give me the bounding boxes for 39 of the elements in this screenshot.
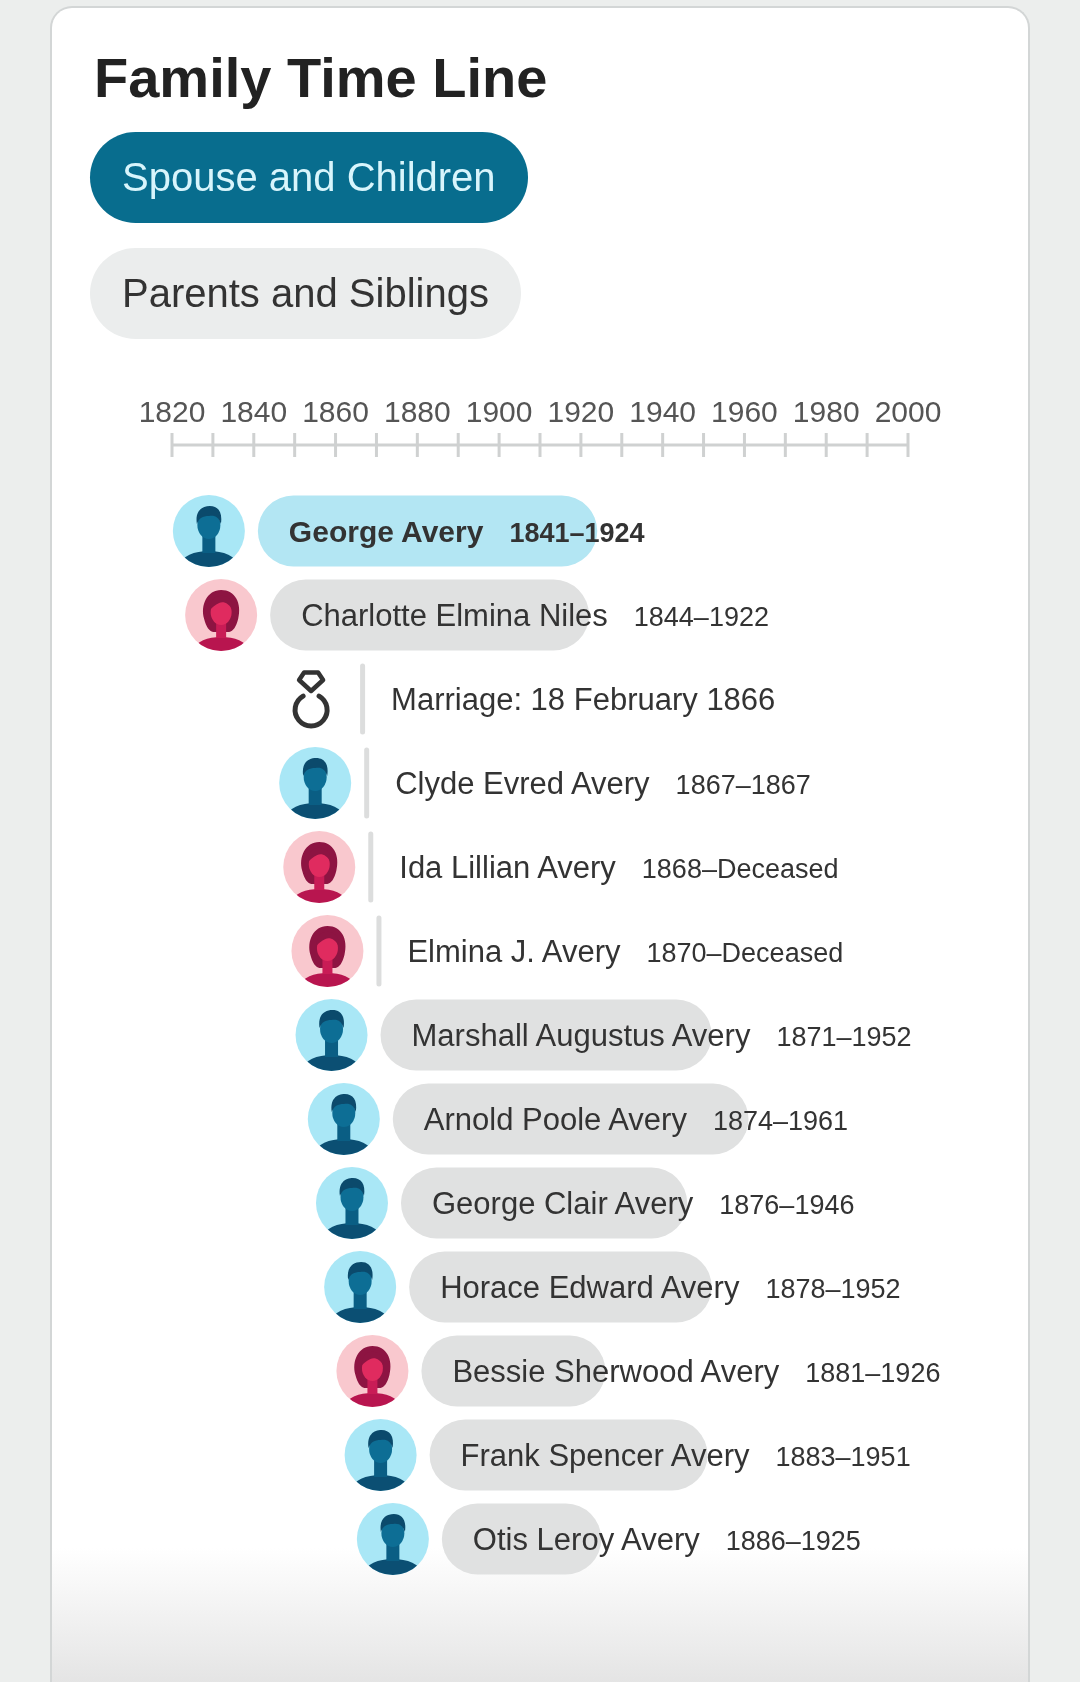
person-name: Horace Edward Avery [440,1270,740,1305]
person-name: Arnold Poole Avery [423,1102,687,1137]
person-name: Charlotte Elmina Niles [301,598,608,633]
axis-year-label: 1920 [547,395,615,428]
life-dates: 1870–Deceased [646,938,844,968]
life-dates: 1878–1952 [765,1274,901,1304]
life-dates: 1874–1961 [712,1106,849,1136]
axis-year-label: 1860 [302,395,369,428]
filter-tab[interactable]: Parents and Siblings [90,248,521,339]
life-dates: 1868–Deceased [641,854,839,884]
axis-year-label: 1820 [138,395,206,428]
life-dates: 1876–1946 [719,1190,855,1220]
axis-year-label: 1980 [792,395,860,428]
axis-year-label: 2000 [874,395,942,428]
person-name: Ida Lillian Avery [399,850,616,885]
ring-icon [292,670,330,729]
life-dates: 1844–1922 [633,602,769,632]
life-dates: 1871–1952 [776,1022,912,1052]
life-dates: 1867–1867 [675,770,811,800]
axis-year-label: 1880 [383,395,451,428]
person-name: Otis Leroy Avery [472,1522,700,1557]
axis-year-label: 1840 [220,395,288,428]
life-dates: 1886–1925 [725,1526,861,1556]
axis-year-label: 1960 [711,395,778,428]
axis-year-label: 1940 [629,395,697,428]
life-dates: 1841–1924 [509,518,645,548]
filter-tab[interactable]: Spouse and Children [90,132,528,223]
person-name: Marshall Augustus Avery [411,1018,751,1053]
event-label: Marriage: 18 February 1866 [391,682,776,717]
life-dates: 1881–1926 [805,1358,941,1388]
life-dates: 1883–1951 [775,1442,911,1472]
page-title: Family Time Line [94,46,548,110]
person-name: George Clair Avery [432,1186,694,1221]
axis-year-label: 1900 [465,395,533,428]
person-name: Elmina J. Avery [407,934,621,969]
person-name: Clyde Evred Avery [395,766,650,801]
person-name: George Avery [288,515,484,548]
person-name: Bessie Sherwood Avery [452,1354,780,1389]
person-name: Frank Spencer Avery [460,1438,750,1473]
